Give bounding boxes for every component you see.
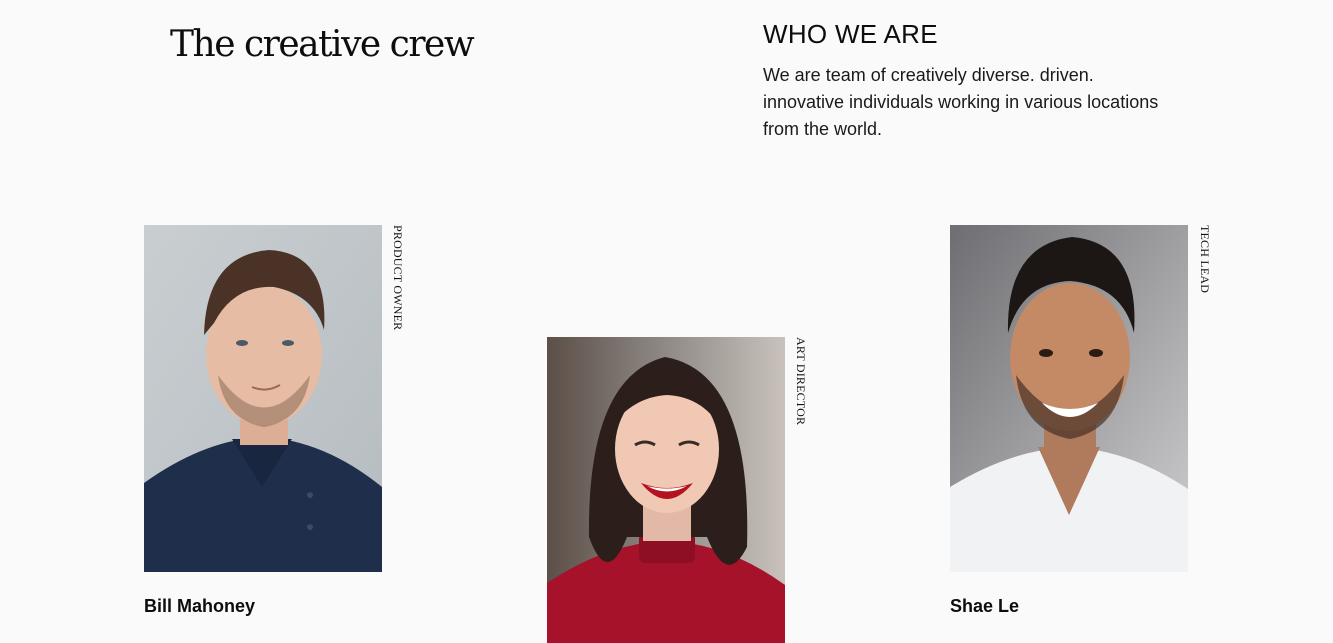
team-role-art-director: ART DIRECTOR <box>794 337 808 426</box>
team-section: The creative crew WHO WE ARE We are team… <box>0 0 1333 643</box>
page-title: The creative crew <box>170 24 475 65</box>
team-role-product-owner: PRODUCT OWNER <box>391 225 405 331</box>
team-name-bill-mahoney: Bill Mahoney <box>144 596 256 616</box>
about-heading: WHO WE ARE <box>763 19 938 49</box>
team-name-shae-le: Shae Le <box>950 596 1020 616</box>
team-photo-bill-mahoney <box>144 225 382 572</box>
team-role-tech-lead: TECH LEAD <box>1198 225 1212 294</box>
about-description: We are team of creatively diverse. drive… <box>763 65 1159 139</box>
team-photo-shae-le <box>950 225 1188 572</box>
team-photo-art-director <box>547 337 785 643</box>
